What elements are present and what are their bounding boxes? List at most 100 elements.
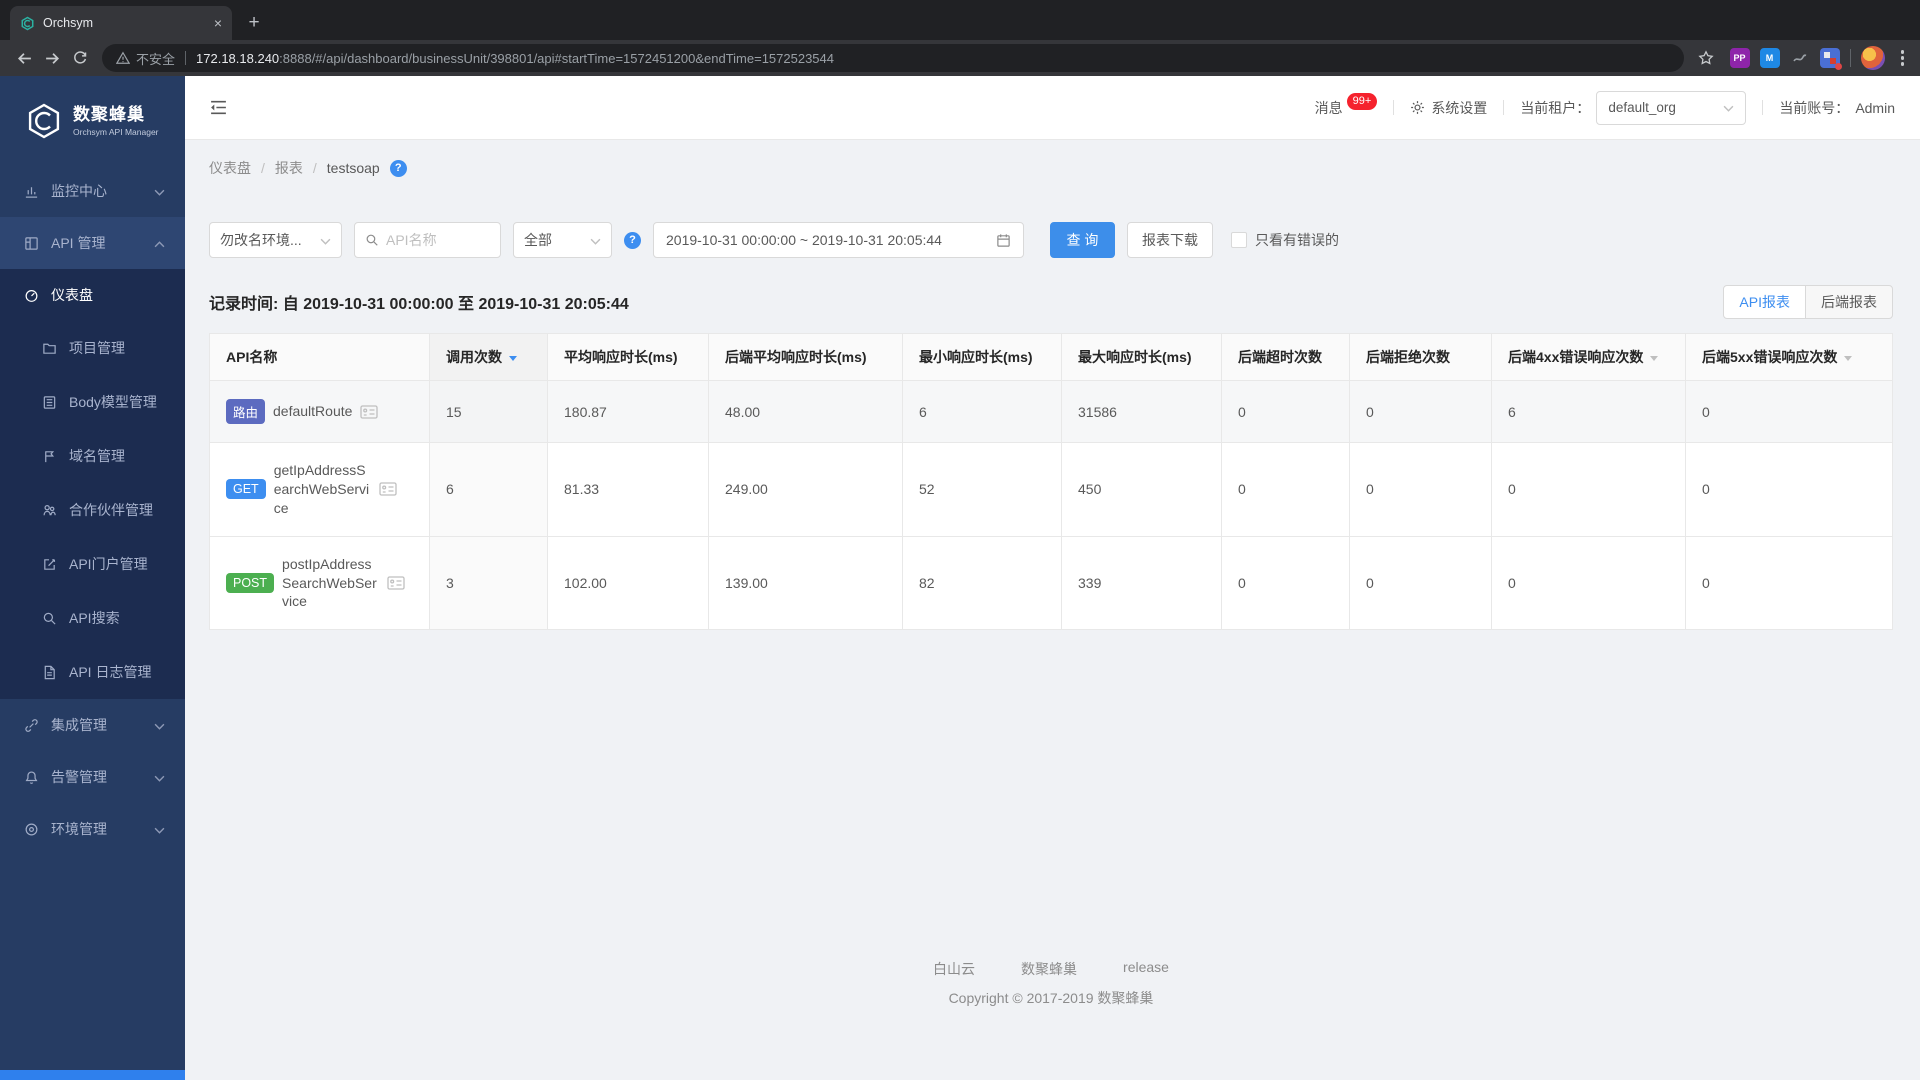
report-download-button[interactable]: 报表下载 <box>1127 222 1213 258</box>
toolbar-divider <box>1849 49 1851 67</box>
sidebar-submenu: 仪表盘项目管理 Body模型管理域名管理合作伙伴管理 API门户管理 API搜索 API… <box>0 269 185 699</box>
sidebar-item-environment-management[interactable]: 环境管理 <box>0 803 185 855</box>
filter-help-icon[interactable]: ? <box>624 231 641 249</box>
sidebar-item-api-management[interactable]: API 管理 <box>0 217 185 269</box>
bookmark-star-icon[interactable] <box>1692 44 1720 72</box>
tab-close-icon[interactable]: × <box>214 15 222 31</box>
tab-api-report[interactable]: API报表 <box>1723 285 1806 319</box>
sidebar-item-api-search[interactable]: API搜索 <box>0 591 185 645</box>
api-name-link[interactable]: defaultRoute <box>273 402 352 421</box>
breadcrumb-dashboard[interactable]: 仪表盘 <box>209 158 251 178</box>
sidebar-item-label: 集成管理 <box>51 717 107 733</box>
errors-only-checkbox[interactable] <box>1231 232 1247 248</box>
extension-icon-4[interactable] <box>1819 48 1842 70</box>
sidebar-item-project-management[interactable]: 项目管理 <box>0 321 185 375</box>
browser-tab[interactable]: Orchsym × <box>10 6 232 40</box>
app-header: 消息 99+ 系统设置 当前租户： default_org 当前账号： Admi… <box>185 76 1920 140</box>
url-host: 172.18.18.240 <box>196 50 280 66</box>
sidebar-item-integration-management[interactable]: 集成管理 <box>0 699 185 751</box>
sidebar-item-label: 域名管理 <box>69 448 125 464</box>
sidebar-item-label: API 管理 <box>51 235 106 251</box>
sort-caret-icon[interactable] <box>1650 355 1659 361</box>
environment-select[interactable]: 勿改名环境... <box>209 222 342 258</box>
sidebar-item-body-model-management[interactable]: Body模型管理 <box>0 375 185 429</box>
column-header-7: 后端拒绝次数 <box>1349 333 1492 381</box>
breadcrumb-report[interactable]: 报表 <box>275 158 303 178</box>
sidebar-item-monitor-center[interactable]: 监控中心 <box>0 165 185 217</box>
table-row: 路由 defaultRoute 15 180.87 48.00 6 31586 0 0 6 0 <box>209 380 1893 443</box>
method-badge: POST <box>226 573 275 593</box>
sidebar: 数聚蜂巢 Orchsym API Manager 监控中心 API 管理 仪表盘项目… <box>0 76 185 1080</box>
sidebar-item-api-portal-management[interactable]: API门户管理 <box>0 537 185 591</box>
messages-count-badge: 99+ <box>1346 92 1378 110</box>
menu-fold-icon[interactable] <box>209 98 228 117</box>
chevron-down-icon <box>154 821 165 837</box>
column-header-5: 最大响应时长(ms) <box>1061 333 1222 381</box>
url-security-label[interactable]: 不安全 <box>136 49 175 68</box>
reload-icon[interactable] <box>66 44 94 72</box>
sort-caret-icon[interactable] <box>509 355 517 361</box>
back-icon[interactable] <box>10 44 38 72</box>
sidebar-scrollbar[interactable] <box>0 1070 185 1080</box>
api-name-search-input[interactable]: API名称 <box>354 222 501 258</box>
column-header-2: 平均响应时长(ms) <box>547 333 709 381</box>
sort-caret-icon[interactable] <box>1844 355 1853 361</box>
api-name-link[interactable]: postIpAddressSearchWebService <box>282 555 379 612</box>
sidebar-item-domain-management[interactable]: 域名管理 <box>0 429 185 483</box>
warning-icon <box>116 51 130 65</box>
sidebar-item-label: API 日志管理 <box>69 664 152 680</box>
sidebar-item-api-log-management[interactable]: API 日志管理 <box>0 645 185 699</box>
column-label: API名称 <box>226 349 278 365</box>
sidebar-item-dashboard[interactable]: 仪表盘 <box>0 269 185 321</box>
sidebar-item-label: 告警管理 <box>51 769 107 785</box>
tenant-select[interactable]: default_org <box>1596 90 1747 125</box>
extension-icon-2[interactable]: M <box>1759 48 1780 68</box>
sidebar-item-label: API搜索 <box>69 610 120 626</box>
scope-select[interactable]: 全部 <box>513 222 612 258</box>
chevron-down-icon <box>1723 100 1734 115</box>
column-header-8[interactable]: 后端4xx错误响应次数 <box>1491 333 1686 381</box>
api-name-link[interactable]: getIpAddressSearchWebService <box>274 461 371 518</box>
tab-backend-report[interactable]: 后端报表 <box>1805 285 1893 319</box>
chrome-menu-icon[interactable] <box>1895 50 1911 66</box>
column-label: 后端拒绝次数 <box>1366 349 1450 365</box>
value-cell: 0 <box>1491 535 1686 631</box>
value-cell: 6 <box>429 442 548 537</box>
date-range-picker[interactable]: 2019-10-31 00:00:00 ~ 2019-10-31 20:05:4… <box>653 222 1024 258</box>
chevron-up-icon <box>154 235 165 251</box>
url-bar[interactable]: 不安全 172.18.18.240 :8888/#/api/dashboard/… <box>102 44 1684 72</box>
value-cell: 0 <box>1221 442 1350 537</box>
sidebar-item-partner-management[interactable]: 合作伙伴管理 <box>0 483 185 537</box>
sidebar-item-alert-management[interactable]: 告警管理 <box>0 751 185 803</box>
value-cell: 15 <box>429 380 548 443</box>
report-tabs: API报表 后端报表 <box>1723 285 1893 319</box>
tab-title: Orchsym <box>43 16 93 30</box>
footer-link-0[interactable]: 白山云 <box>933 959 975 979</box>
value-cell: 82 <box>902 535 1062 631</box>
browser-profile-avatar[interactable] <box>1860 46 1885 70</box>
extension-icon-3[interactable] <box>1790 48 1810 68</box>
column-header-1[interactable]: 调用次数 <box>429 333 548 381</box>
account-menu[interactable]: 当前账号： Admin <box>1779 98 1895 118</box>
api-card-icon <box>379 482 397 496</box>
column-header-9[interactable]: 后端5xx错误响应次数 <box>1685 333 1893 381</box>
system-settings-button[interactable]: 系统设置 <box>1410 98 1487 118</box>
value-cell: 31586 <box>1061 380 1222 443</box>
system-settings-label: 系统设置 <box>1431 99 1488 116</box>
partners-icon <box>42 503 57 518</box>
brand: 数聚蜂巢 Orchsym API Manager <box>0 76 185 165</box>
forward-icon[interactable] <box>38 44 66 72</box>
messages-button[interactable]: 消息 99+ <box>1315 92 1378 118</box>
sidebar-item-label: 仪表盘 <box>51 287 93 303</box>
value-cell: 450 <box>1061 442 1222 537</box>
value-cell: 0 <box>1685 535 1893 631</box>
bell-icon <box>24 770 39 785</box>
column-label: 最大响应时长(ms) <box>1078 349 1192 365</box>
footer-link-2[interactable]: release <box>1123 959 1169 979</box>
table-header-row: API名称 调用次数 平均响应时长(ms) 后端平均响应时长(ms) 最小响应时长(ms… <box>209 333 1893 381</box>
query-button[interactable]: 查 询 <box>1050 222 1115 258</box>
extension-icon-1[interactable]: PP <box>1729 48 1750 68</box>
help-icon[interactable]: ? <box>389 159 407 177</box>
footer-link-1[interactable]: 数聚蜂巢 <box>1021 959 1077 979</box>
new-tab-button[interactable]: + <box>240 9 268 37</box>
